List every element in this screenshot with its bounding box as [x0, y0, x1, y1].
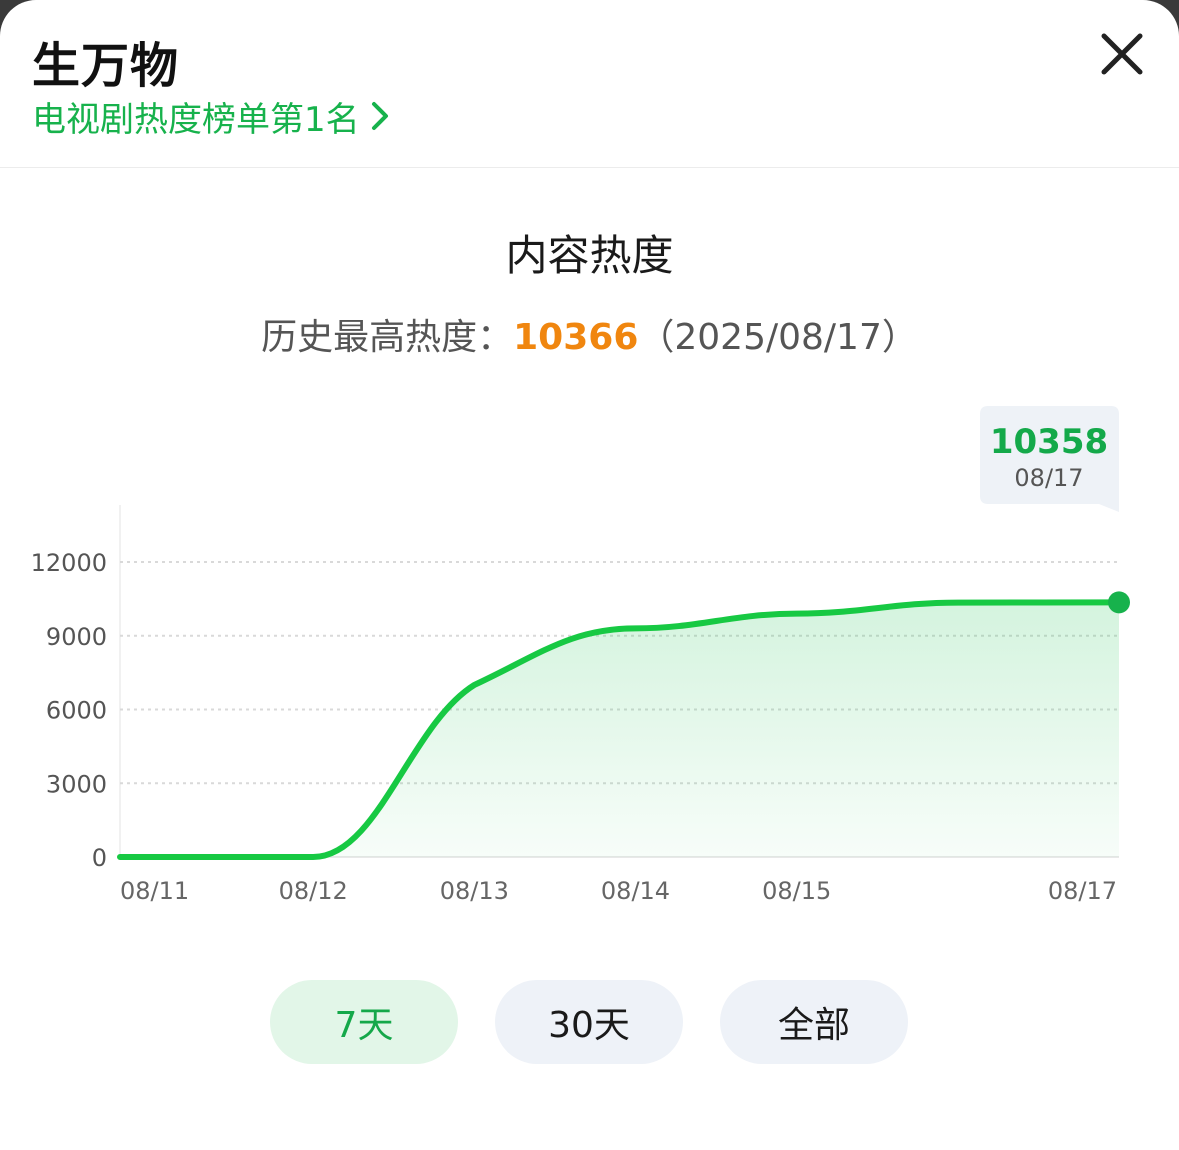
- sheet-header: 生万物 电视剧热度榜单第1名: [0, 0, 1179, 168]
- x-tick-label: 08/15: [762, 877, 831, 905]
- y-tick-label: 0: [92, 844, 107, 872]
- tab-all[interactable]: 全部: [720, 980, 908, 1064]
- tab-7-days[interactable]: 7天: [270, 980, 458, 1064]
- y-tick-label: 6000: [46, 697, 107, 725]
- tooltip-value: 10358: [990, 422, 1108, 462]
- x-tick-label: 08/13: [440, 877, 509, 905]
- latest-point-marker: [1108, 591, 1130, 614]
- x-tick-label: 08/11: [120, 877, 189, 905]
- peak-heat-line: 历史最高热度：10366（2025/08/17）: [0, 308, 1179, 360]
- range-tabs: 7天 30天 全部: [0, 980, 1179, 1064]
- peak-value: 10366: [513, 317, 639, 358]
- series-area-fill: [120, 602, 1119, 857]
- tooltip-date: 08/17: [1014, 464, 1083, 492]
- chevron-right-icon: [371, 102, 388, 130]
- chart-section-title: 内容热度: [505, 231, 674, 280]
- y-tick-label: 3000: [46, 770, 107, 798]
- x-tick-label: 08/17: [1048, 877, 1117, 905]
- page-title: 生万物: [32, 38, 180, 94]
- peak-date: （2025/08/17）: [638, 317, 918, 358]
- close-icon[interactable]: [1096, 28, 1148, 80]
- y-tick-label: 9000: [46, 623, 107, 651]
- peak-prefix: 历史最高热度：: [261, 317, 514, 358]
- bottom-sheet: 生万物 电视剧热度榜单第1名 内容热度 历史最高热度：10366（2025/08…: [0, 0, 1179, 1150]
- y-tick-label: 12000: [31, 549, 107, 577]
- x-tick-label: 08/12: [279, 877, 348, 905]
- heat-chart: 0 3000 6000 9000 12000 08/11 08/12 08/13 08/14 0…: [31, 406, 1130, 905]
- rank-link-label: 电视剧热度榜单第1名: [32, 99, 360, 140]
- rank-link[interactable]: 电视剧热度榜单第1名: [32, 94, 392, 140]
- x-tick-label: 08/14: [601, 877, 670, 905]
- tab-30-days[interactable]: 30天: [495, 980, 683, 1064]
